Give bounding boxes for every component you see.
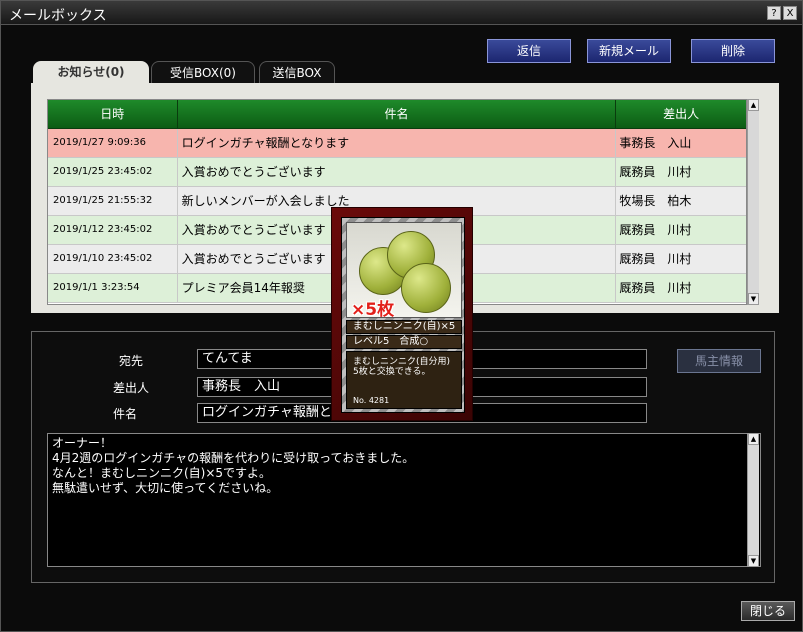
table-row[interactable]: 2019/1/27 9:09:36 ログインガチャ報酬となります 事務長 入山 bbox=[48, 129, 746, 158]
garlic-ball-icon bbox=[401, 263, 451, 313]
from-label: 差出人 bbox=[112, 381, 149, 395]
tab-sent[interactable]: 送信BOX bbox=[259, 61, 335, 83]
row-date: 2019/1/10 23:45:02 bbox=[48, 245, 178, 273]
reply-button[interactable]: 返信 bbox=[487, 39, 571, 63]
message-scrollbar[interactable]: ▲ ▼ bbox=[747, 433, 759, 567]
card-item-name: まむしニンニク(自)×5 bbox=[346, 320, 462, 334]
row-sender: 牧場長 柏木 bbox=[619, 194, 692, 208]
to-label: 宛先 bbox=[118, 354, 143, 368]
delete-button[interactable]: 削除 bbox=[691, 39, 775, 63]
scroll-down-icon[interactable]: ▼ bbox=[748, 293, 759, 305]
msg-scroll-up-icon[interactable]: ▲ bbox=[748, 433, 759, 445]
message-line: 4月2週のログインガチャの報酬を代わりに受け取っておきました。 bbox=[52, 451, 415, 465]
msg-scroll-down-icon[interactable]: ▼ bbox=[748, 555, 759, 567]
row-sender: 厩務員 川村 bbox=[619, 252, 692, 266]
card-desc-line: 5枚と交換できる。 bbox=[353, 367, 431, 377]
message-line: 無駄遣いせず、大切に使ってくださいね。 bbox=[52, 481, 279, 495]
card-frame: ×5枚 まむしニンニク(自)×5 レベル5 合成○ まむしニンニク(自分用) 5… bbox=[341, 217, 465, 413]
card-desc-line: まむしニンニク(自分用) bbox=[353, 357, 451, 367]
row-date: 2019/1/25 23:45:02 bbox=[48, 158, 178, 186]
header-subject[interactable]: 件名 bbox=[178, 100, 617, 128]
row-date: 2019/1/12 23:45:02 bbox=[48, 216, 178, 244]
card-quantity: ×5枚 bbox=[351, 300, 395, 318]
card-level: レベル5 合成○ bbox=[346, 335, 462, 349]
item-card-popup: ×5枚 まむしニンニク(自)×5 レベル5 合成○ まむしニンニク(自分用) 5… bbox=[331, 207, 473, 421]
row-date: 2019/1/1 3:23:54 bbox=[48, 274, 178, 302]
new-mail-button[interactable]: 新規メール bbox=[587, 39, 671, 63]
tab-notices[interactable]: お知らせ(0) bbox=[33, 61, 149, 83]
window-title: メールボックス bbox=[9, 8, 107, 24]
close-button[interactable]: 閉じる bbox=[741, 601, 795, 621]
window-close-button[interactable]: X bbox=[783, 6, 797, 20]
header-sender[interactable]: 差出人 bbox=[616, 100, 746, 128]
message-text: オーナー！ 4月2週のログインガチャの報酬を代わりに受け取っておきました。 なんと！… bbox=[52, 436, 742, 496]
horse-owner-info-button[interactable]: 馬主情報 bbox=[677, 349, 761, 373]
table-scrollbar[interactable]: ▲ ▼ bbox=[747, 99, 759, 305]
green-garlic-balls-icon: ×5枚 bbox=[346, 222, 462, 318]
row-sender: 厩務員 川村 bbox=[619, 223, 692, 237]
help-button[interactable]: ? bbox=[767, 6, 781, 20]
row-sender: 厩務員 川村 bbox=[619, 165, 692, 179]
card-number: No. 4281 bbox=[353, 396, 390, 405]
mailbox-window: メールボックス ? X 返信 新規メール 削除 お知らせ(0) 受信BOX(0)… bbox=[0, 0, 803, 632]
row-subject: ログインガチャ報酬となります bbox=[178, 129, 617, 157]
tab-inbox[interactable]: 受信BOX(0) bbox=[151, 61, 255, 83]
scroll-up-icon[interactable]: ▲ bbox=[748, 99, 759, 111]
subject-label: 件名 bbox=[112, 407, 137, 421]
row-sender: 厩務員 川村 bbox=[619, 281, 692, 295]
header-date[interactable]: 日時 bbox=[48, 100, 178, 128]
row-subject: 入賞おめでとうございます bbox=[178, 158, 617, 186]
table-header: 日時 件名 差出人 bbox=[48, 100, 746, 129]
message-line: なんと！まむしニンニク(自)×5ですよ。 bbox=[52, 466, 272, 480]
message-body[interactable]: オーナー！ 4月2週のログインガチャの報酬を代わりに受け取っておきました。 なんと！… bbox=[47, 433, 761, 567]
row-sender: 事務長 入山 bbox=[619, 136, 692, 150]
card-description: まむしニンニク(自分用) 5枚と交換できる。 No. 4281 bbox=[346, 351, 462, 409]
table-row[interactable]: 2019/1/25 23:45:02 入賞おめでとうございます 厩務員 川村 bbox=[48, 158, 746, 187]
title-bar[interactable]: メールボックス ? X bbox=[1, 1, 802, 25]
row-date: 2019/1/27 9:09:36 bbox=[48, 129, 178, 157]
message-line: オーナー！ bbox=[52, 436, 113, 450]
row-date: 2019/1/25 21:55:32 bbox=[48, 187, 178, 215]
